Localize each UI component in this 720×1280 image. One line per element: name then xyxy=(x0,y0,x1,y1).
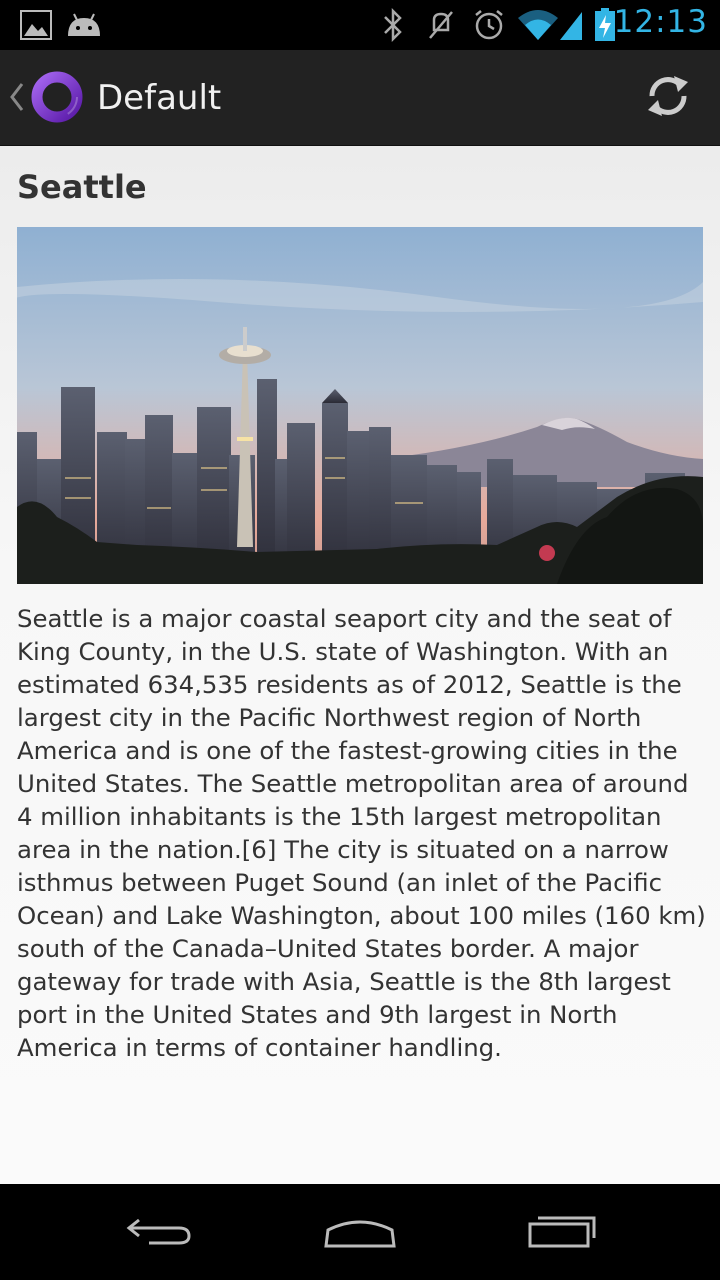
alarm-icon xyxy=(472,8,506,46)
city-skyline-image xyxy=(17,227,703,584)
signal-icon xyxy=(558,8,584,46)
content-area: Seattle Seattle is a major coastal seapo… xyxy=(0,146,720,1184)
article-description: Seattle is a major coastal seaport city … xyxy=(17,604,706,1062)
android-notification-icon xyxy=(66,12,102,42)
recent-apps-button[interactable] xyxy=(512,1202,612,1262)
back-button[interactable] xyxy=(110,1202,210,1262)
ring-logo-icon[interactable] xyxy=(30,70,84,124)
status-bar: 12:13 xyxy=(0,0,720,50)
refresh-icon xyxy=(644,72,692,124)
recent-apps-icon xyxy=(526,1210,598,1254)
refresh-button[interactable] xyxy=(640,70,696,126)
article-title: Seattle xyxy=(17,168,147,206)
chevron-left-icon[interactable] xyxy=(6,80,26,114)
home-icon xyxy=(322,1210,398,1254)
wifi-icon xyxy=(516,8,560,46)
back-icon xyxy=(125,1210,195,1254)
action-bar: Default xyxy=(0,50,720,146)
gallery-notification-icon xyxy=(20,10,52,44)
vibrate-off-icon xyxy=(426,8,456,46)
home-button[interactable] xyxy=(310,1202,410,1262)
navigation-bar xyxy=(0,1184,720,1280)
clock: 12:13 xyxy=(613,4,708,40)
action-bar-title: Default xyxy=(97,78,222,118)
bluetooth-icon xyxy=(382,7,404,46)
